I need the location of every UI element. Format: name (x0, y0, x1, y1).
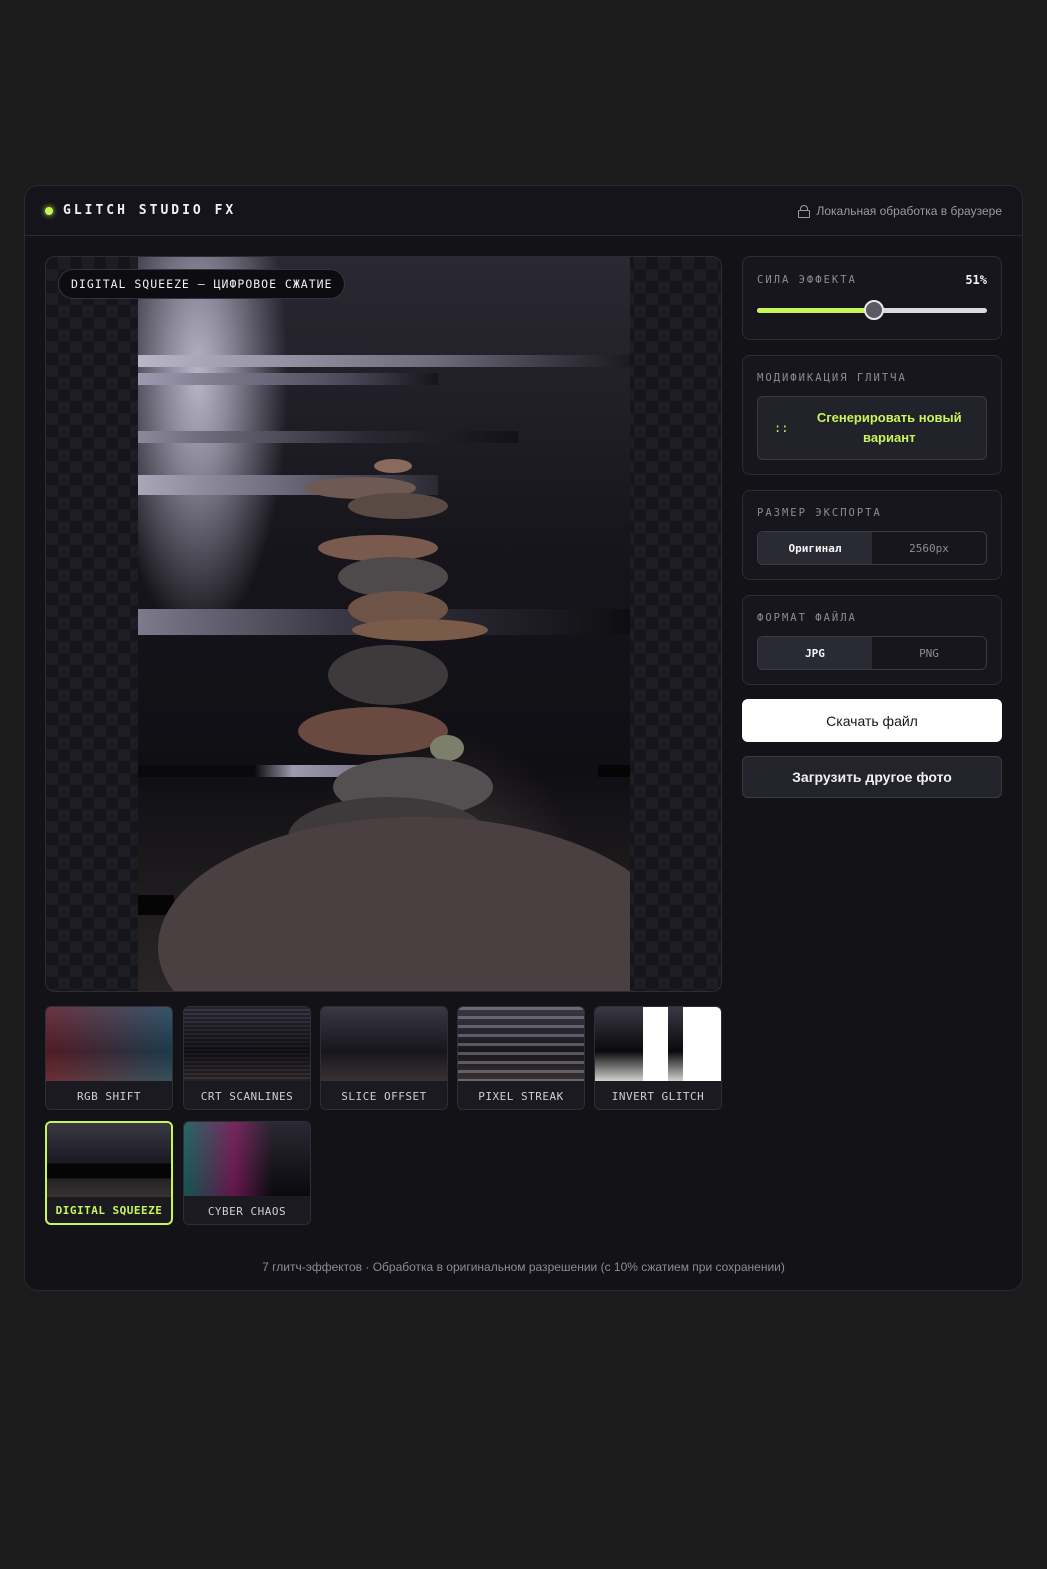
file-format-panel: ФОРМАТ ФАЙЛА JPG PNG (742, 595, 1002, 685)
strength-slider[interactable] (757, 300, 987, 320)
header: GLITCH STUDIO FX Локальная обработка в б… (25, 186, 1022, 236)
strength-label: СИЛА ЭФФЕКТА (757, 274, 857, 286)
status-dot-icon (45, 206, 53, 215)
footer-note: 7 глитч-эффектов · Обработка в оригиналь… (262, 1260, 785, 1274)
effect-badge: DIGITAL SQUEEZE — ЦИФРОВОЕ СЖАТИЕ (58, 269, 346, 299)
effect-label: RGB SHIFT (76, 1090, 142, 1103)
effect-pixel-streak[interactable]: PIXEL STREAK (457, 1006, 585, 1110)
effect-crt-scanlines[interactable]: CRT SCANLINES (183, 1006, 311, 1110)
effect-label: INVERT GLITCH (611, 1090, 705, 1103)
stone (374, 459, 412, 473)
stone (352, 619, 488, 641)
strength-value: 51% (965, 273, 987, 287)
export-size-2560[interactable]: 2560px (872, 532, 986, 564)
stone (328, 645, 448, 705)
app-window: GLITCH STUDIO FX Локальная обработка в б… (24, 185, 1023, 1291)
image-preview: DIGITAL SQUEEZE — ЦИФРОВОЕ СЖАТИЕ (45, 256, 722, 992)
strength-slider-fill (757, 308, 875, 313)
strength-slider-handle[interactable] (864, 300, 885, 320)
effect-thumbnail (458, 1007, 584, 1081)
file-format-label: ФОРМАТ ФАЙЛА (757, 612, 857, 624)
download-button[interactable]: Скачать файл (742, 699, 1002, 742)
glitch-slice (138, 355, 630, 367)
format-png[interactable]: PNG (872, 637, 986, 669)
stone (348, 493, 448, 519)
modify-panel: МОДИФИКАЦИЯ ГЛИТЧА :: Сгенерировать новы… (742, 355, 1002, 475)
app-title: GLITCH STUDIO FX (63, 203, 237, 218)
effect-thumbnail (595, 1007, 721, 1081)
file-format-toggle: JPG PNG (757, 636, 987, 670)
upload-another-button[interactable]: Загрузить другое фото (742, 756, 1002, 798)
strength-panel: СИЛА ЭФФЕКТА 51% (742, 256, 1002, 340)
export-size-label: РАЗМЕР ЭКСПОРТА (757, 507, 882, 519)
effect-rgb-shift[interactable]: RGB SHIFT (45, 1006, 173, 1110)
effect-label: SLICE OFFSET (341, 1090, 427, 1103)
glitch-slice (138, 373, 438, 385)
effect-thumbnail (184, 1122, 310, 1196)
effect-digital-squeeze[interactable]: DIGITAL SQUEEZE (45, 1121, 173, 1225)
base-rock (158, 817, 630, 991)
export-size-original[interactable]: Оригинал (758, 532, 872, 564)
local-processing-note: Локальная обработка в браузере (798, 204, 1002, 218)
effect-label: CRT SCANLINES (200, 1090, 294, 1103)
effect-thumbnail (47, 1123, 171, 1197)
generate-variant-button[interactable]: :: Сгенерировать новый вариант (757, 396, 987, 460)
modify-label: МОДИФИКАЦИЯ ГЛИТЧА (757, 372, 907, 384)
effect-label: PIXEL STREAK (478, 1090, 564, 1103)
brand: GLITCH STUDIO FX (45, 203, 236, 218)
effect-thumbnail (321, 1007, 447, 1081)
format-jpg[interactable]: JPG (758, 637, 872, 669)
effect-label: DIGITAL SQUEEZE (55, 1204, 163, 1217)
generate-variant-label: Сгенерировать новый вариант (816, 410, 962, 445)
effect-cyber-chaos[interactable]: CYBER CHAOS (183, 1121, 311, 1225)
stone (430, 735, 464, 761)
preview-photo (138, 257, 630, 991)
effect-invert-glitch[interactable]: INVERT GLITCH (594, 1006, 722, 1110)
lock-icon (798, 205, 811, 218)
export-size-toggle: Оригинал 2560px (757, 531, 987, 565)
stone (298, 707, 448, 755)
local-processing-text: Локальная обработка в браузере (816, 203, 1002, 218)
glitch-slice (138, 431, 518, 443)
dots-icon: :: (774, 421, 789, 435)
effect-thumbnail (184, 1007, 310, 1081)
export-size-panel: РАЗМЕР ЭКСПОРТА Оригинал 2560px (742, 490, 1002, 580)
effect-thumbnail (46, 1007, 172, 1081)
glitch-slice (598, 765, 630, 777)
effect-label: CYBER CHAOS (207, 1205, 287, 1218)
effect-slice-offset[interactable]: SLICE OFFSET (320, 1006, 448, 1110)
